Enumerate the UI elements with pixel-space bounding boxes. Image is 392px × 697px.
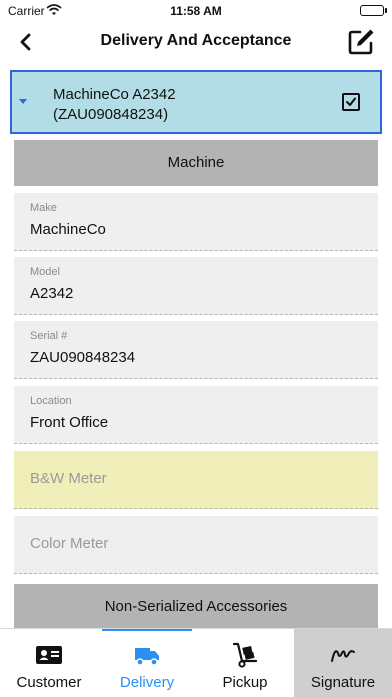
active-tab-indicator [102,629,192,631]
model-label: Model [30,266,60,278]
tab-pickup[interactable]: Pickup [196,629,294,697]
tab-signature[interactable]: Signature [294,629,392,697]
tab-pickup-label: Pickup [222,674,268,691]
location-label: Location [30,395,72,407]
model-value: A2342 [30,285,74,302]
serial-value: ZAU090848234 [30,349,136,366]
bw-meter-placeholder: B&W Meter [30,470,107,487]
location-field[interactable]: Location Front Office [14,386,378,444]
machine-name: MachineCo A2342 [53,86,176,103]
status-bar: Carrier 11:58 AM [0,0,392,22]
bw-meter-input[interactable]: B&W Meter [14,451,378,509]
machine-serial: (ZAU090848234) [53,106,169,123]
machine-title: MachineCo A2342 (ZAU090848234) [53,85,176,125]
model-field[interactable]: Model A2342 [14,257,378,315]
tab-delivery[interactable]: Delivery [98,629,196,697]
tab-delivery-label: Delivery [119,674,175,691]
tab-customer[interactable]: Customer [0,629,98,697]
make-field[interactable]: Make MachineCo [14,193,378,251]
serial-field[interactable]: Serial # ZAU090848234 [14,321,378,379]
hand-truck-icon [232,642,258,668]
checkbox-checked-icon[interactable] [342,93,360,111]
signature-icon [331,650,355,662]
page-title: Delivery And Acceptance [100,32,292,49]
status-time: 11:58 AM [170,4,222,18]
serial-label: Serial # [30,330,68,342]
edit-icon[interactable] [346,27,376,57]
tab-signature-label: Signature [310,674,376,691]
color-meter-input[interactable]: Color Meter [14,516,378,574]
color-meter-placeholder: Color Meter [30,535,109,552]
section-header-machine: Machine [14,140,378,186]
battery-icon [360,5,384,16]
tab-customer-label: Customer [16,674,82,691]
id-card-icon [36,646,62,664]
location-value: Front Office [30,414,109,431]
make-value: MachineCo [30,221,106,238]
navigation-bar: Delivery And Acceptance [0,22,392,62]
make-label: Make [30,202,57,214]
section-header-accessories[interactable]: Non-Serialized Accessories [14,584,378,630]
machine-header-row[interactable]: MachineCo A2342 (ZAU090848234) [10,70,382,134]
expand-caret-icon[interactable] [19,99,27,104]
delivery-truck-icon [135,648,159,666]
tab-bar: Customer Delivery Pickup Signature [0,628,392,697]
